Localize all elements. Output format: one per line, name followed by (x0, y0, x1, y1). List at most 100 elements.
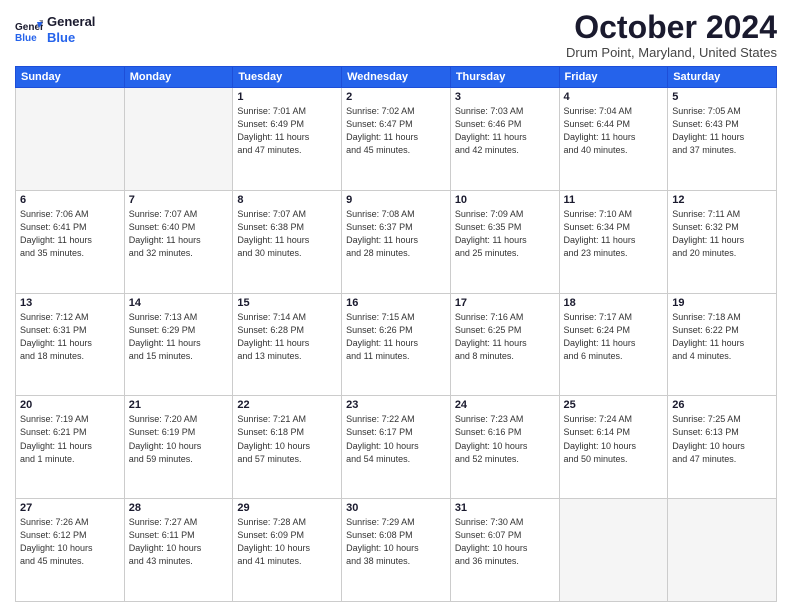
day-number: 19 (672, 297, 772, 309)
day-info: Sunrise: 7:24 AM Sunset: 6:14 PM Dayligh… (564, 413, 664, 465)
title-block: October 2024 Drum Point, Maryland, Unite… (566, 10, 777, 60)
weekday-header-tuesday: Tuesday (233, 67, 342, 88)
day-number: 3 (455, 91, 555, 103)
day-cell-31: 31 Sunrise: 7:30 AM Sunset: 6:07 PM Dayli… (450, 499, 559, 602)
weekday-header-friday: Friday (559, 67, 668, 88)
day-cell-6: 6Sunrise: 7:06 AM Sunset: 6:41 PM Daylig… (16, 190, 125, 293)
day-info: Sunrise: 7:09 AM Sunset: 6:35 PM Dayligh… (455, 208, 555, 260)
day-cell-22: 22Sunrise: 7:21 AM Sunset: 6:18 PM Dayli… (233, 396, 342, 499)
day-cell-29: 29 Sunrise: 7:28 AM Sunset: 6:09 PM Dayli… (233, 499, 342, 602)
month-title: October 2024 (566, 10, 777, 45)
day-cell-21: 21 Sunrise: 7:20 AM Sunset: 6:19 PM Dayli… (124, 396, 233, 499)
day-cell-5: 5 Sunrise: 7:05 AM Sunset: 6:43 PM Daylig… (668, 88, 777, 191)
empty-cell (16, 88, 125, 191)
day-info: Sunrise: 7:06 AM Sunset: 6:41 PM Dayligh… (20, 208, 120, 260)
day-info: Sunrise: 7:25 AM Sunset: 6:13 PM Dayligh… (672, 413, 772, 465)
day-cell-15: 15 Sunrise: 7:14 AM Sunset: 6:28 PM Dayli… (233, 293, 342, 396)
day-info: Sunrise: 7:02 AM Sunset: 6:47 PM Dayligh… (346, 105, 446, 157)
day-number: 12 (672, 194, 772, 206)
day-cell-14: 14 Sunrise: 7:13 AM Sunset: 6:29 PM Dayli… (124, 293, 233, 396)
week-row-2: 6Sunrise: 7:06 AM Sunset: 6:41 PM Daylig… (16, 190, 777, 293)
day-number: 28 (129, 502, 229, 514)
day-number: 7 (129, 194, 229, 206)
day-cell-2: 2 Sunrise: 7:02 AM Sunset: 6:47 PM Daylig… (342, 88, 451, 191)
day-info: Sunrise: 7:26 AM Sunset: 6:12 PM Dayligh… (20, 516, 120, 568)
day-cell-20: 20Sunrise: 7:19 AM Sunset: 6:21 PM Dayli… (16, 396, 125, 499)
week-row-4: 20Sunrise: 7:19 AM Sunset: 6:21 PM Dayli… (16, 396, 777, 499)
day-info: Sunrise: 7:12 AM Sunset: 6:31 PM Dayligh… (20, 311, 120, 363)
day-info: Sunrise: 7:30 AM Sunset: 6:07 PM Dayligh… (455, 516, 555, 568)
weekday-header-thursday: Thursday (450, 67, 559, 88)
day-number: 11 (564, 194, 664, 206)
week-row-1: 1Sunrise: 7:01 AM Sunset: 6:49 PM Daylig… (16, 88, 777, 191)
day-number: 17 (455, 297, 555, 309)
day-cell-19: 19 Sunrise: 7:18 AM Sunset: 6:22 PM Dayli… (668, 293, 777, 396)
day-info: Sunrise: 7:01 AM Sunset: 6:49 PM Dayligh… (237, 105, 337, 157)
day-info: Sunrise: 7:17 AM Sunset: 6:24 PM Dayligh… (564, 311, 664, 363)
day-info: Sunrise: 7:03 AM Sunset: 6:46 PM Dayligh… (455, 105, 555, 157)
logo-icon: General Blue (15, 16, 43, 44)
day-cell-8: 8 Sunrise: 7:07 AM Sunset: 6:38 PM Daylig… (233, 190, 342, 293)
day-cell-9: 9 Sunrise: 7:08 AM Sunset: 6:37 PM Daylig… (342, 190, 451, 293)
day-cell-10: 10Sunrise: 7:09 AM Sunset: 6:35 PM Dayli… (450, 190, 559, 293)
weekday-header-saturday: Saturday (668, 67, 777, 88)
day-number: 9 (346, 194, 446, 206)
day-cell-12: 12 Sunrise: 7:11 AM Sunset: 6:32 PM Dayli… (668, 190, 777, 293)
day-info: Sunrise: 7:08 AM Sunset: 6:37 PM Dayligh… (346, 208, 446, 260)
logo: General Blue GeneralBlue (15, 14, 95, 45)
day-info: Sunrise: 7:28 AM Sunset: 6:09 PM Dayligh… (237, 516, 337, 568)
day-number: 29 (237, 502, 337, 514)
day-info: Sunrise: 7:22 AM Sunset: 6:17 PM Dayligh… (346, 413, 446, 465)
day-info: Sunrise: 7:20 AM Sunset: 6:19 PM Dayligh… (129, 413, 229, 465)
day-cell-17: 17Sunrise: 7:16 AM Sunset: 6:25 PM Dayli… (450, 293, 559, 396)
day-number: 18 (564, 297, 664, 309)
day-cell-7: 7 Sunrise: 7:07 AM Sunset: 6:40 PM Daylig… (124, 190, 233, 293)
day-number: 4 (564, 91, 664, 103)
day-cell-25: 25Sunrise: 7:24 AM Sunset: 6:14 PM Dayli… (559, 396, 668, 499)
empty-cell (668, 499, 777, 602)
day-number: 24 (455, 399, 555, 411)
day-info: Sunrise: 7:11 AM Sunset: 6:32 PM Dayligh… (672, 208, 772, 260)
day-info: Sunrise: 7:07 AM Sunset: 6:40 PM Dayligh… (129, 208, 229, 260)
day-info: Sunrise: 7:23 AM Sunset: 6:16 PM Dayligh… (455, 413, 555, 465)
calendar-table: SundayMondayTuesdayWednesdayThursdayFrid… (15, 66, 777, 602)
day-info: Sunrise: 7:04 AM Sunset: 6:44 PM Dayligh… (564, 105, 664, 157)
day-info: Sunrise: 7:27 AM Sunset: 6:11 PM Dayligh… (129, 516, 229, 568)
day-number: 30 (346, 502, 446, 514)
day-number: 20 (20, 399, 120, 411)
day-cell-27: 27Sunrise: 7:26 AM Sunset: 6:12 PM Dayli… (16, 499, 125, 602)
day-number: 31 (455, 502, 555, 514)
day-info: Sunrise: 7:10 AM Sunset: 6:34 PM Dayligh… (564, 208, 664, 260)
weekday-header-sunday: Sunday (16, 67, 125, 88)
day-cell-24: 24 Sunrise: 7:23 AM Sunset: 6:16 PM Dayli… (450, 396, 559, 499)
day-number: 5 (672, 91, 772, 103)
week-row-5: 27Sunrise: 7:26 AM Sunset: 6:12 PM Dayli… (16, 499, 777, 602)
day-cell-1: 1Sunrise: 7:01 AM Sunset: 6:49 PM Daylig… (233, 88, 342, 191)
day-number: 15 (237, 297, 337, 309)
location: Drum Point, Maryland, United States (566, 45, 777, 60)
day-info: Sunrise: 7:14 AM Sunset: 6:28 PM Dayligh… (237, 311, 337, 363)
header: General Blue GeneralBlue October 2024 Dr… (15, 10, 777, 60)
weekday-header-monday: Monday (124, 67, 233, 88)
day-cell-4: 4 Sunrise: 7:04 AM Sunset: 6:44 PM Daylig… (559, 88, 668, 191)
weekday-header-wednesday: Wednesday (342, 67, 451, 88)
weekday-header-row: SundayMondayTuesdayWednesdayThursdayFrid… (16, 67, 777, 88)
day-cell-23: 23Sunrise: 7:22 AM Sunset: 6:17 PM Dayli… (342, 396, 451, 499)
day-cell-16: 16Sunrise: 7:15 AM Sunset: 6:26 PM Dayli… (342, 293, 451, 396)
day-number: 13 (20, 297, 120, 309)
day-info: Sunrise: 7:13 AM Sunset: 6:29 PM Dayligh… (129, 311, 229, 363)
day-info: Sunrise: 7:05 AM Sunset: 6:43 PM Dayligh… (672, 105, 772, 157)
day-info: Sunrise: 7:18 AM Sunset: 6:22 PM Dayligh… (672, 311, 772, 363)
day-number: 16 (346, 297, 446, 309)
week-row-3: 13 Sunrise: 7:12 AM Sunset: 6:31 PM Dayli… (16, 293, 777, 396)
day-info: Sunrise: 7:07 AM Sunset: 6:38 PM Dayligh… (237, 208, 337, 260)
day-number: 26 (672, 399, 772, 411)
day-cell-13: 13 Sunrise: 7:12 AM Sunset: 6:31 PM Dayli… (16, 293, 125, 396)
day-number: 14 (129, 297, 229, 309)
day-cell-28: 28 Sunrise: 7:27 AM Sunset: 6:11 PM Dayli… (124, 499, 233, 602)
day-cell-30: 30Sunrise: 7:29 AM Sunset: 6:08 PM Dayli… (342, 499, 451, 602)
day-number: 8 (237, 194, 337, 206)
day-number: 2 (346, 91, 446, 103)
day-number: 21 (129, 399, 229, 411)
day-cell-3: 3 Sunrise: 7:03 AM Sunset: 6:46 PM Daylig… (450, 88, 559, 191)
